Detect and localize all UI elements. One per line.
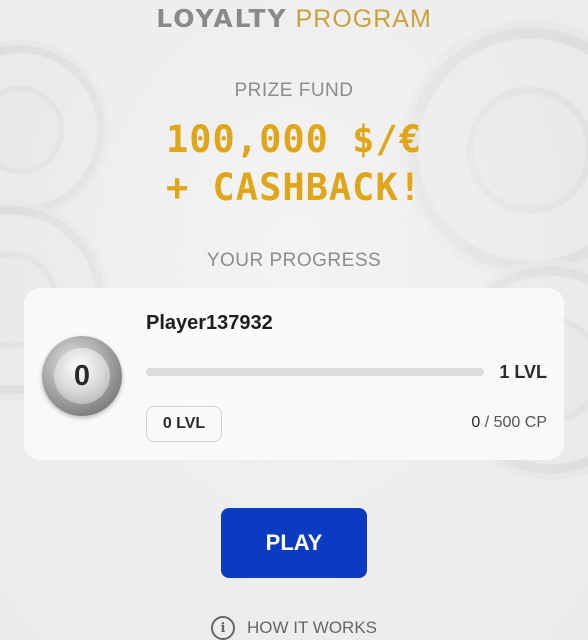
prize-cashback: + CASHBACK! — [165, 166, 423, 209]
info-circle-icon: i — [210, 616, 235, 640]
play-button[interactable]: PLAY — [221, 508, 367, 578]
points-current: 0 — [471, 414, 481, 431]
player-name: Player137932 — [146, 312, 273, 334]
points-separator: / — [480, 414, 494, 431]
next-level-label: 1 LVL — [499, 362, 547, 382]
loyalty-program-logo: LOYALTY PROGRAM — [0, 4, 588, 33]
level-badge-icon: 0 — [42, 336, 122, 416]
prize-amount: 100,000 $/€ — [165, 118, 423, 161]
points-target: 500 CP — [493, 414, 547, 431]
level-progress-bar — [146, 368, 484, 376]
current-level-badge: 0 LVL — [146, 406, 222, 442]
prize-fund-label: PRIZE FUND — [234, 80, 354, 101]
your-progress-label: YOUR PROGRESS — [206, 250, 382, 271]
progress-card: 0 Player137932 1 LVL 0 LVL 0 / 500 CP — [24, 288, 564, 460]
badge-level-number: 0 — [54, 348, 110, 404]
how-it-works-label: HOW IT WORKS — [246, 618, 377, 637]
logo-word-program: PROGRAM — [295, 5, 432, 33]
logo-word-loyalty: LOYALTY — [156, 4, 288, 33]
points-counter: 0 / 500 CP — [471, 414, 547, 432]
how-it-works-link[interactable]: i HOW IT WORKS — [0, 616, 588, 640]
